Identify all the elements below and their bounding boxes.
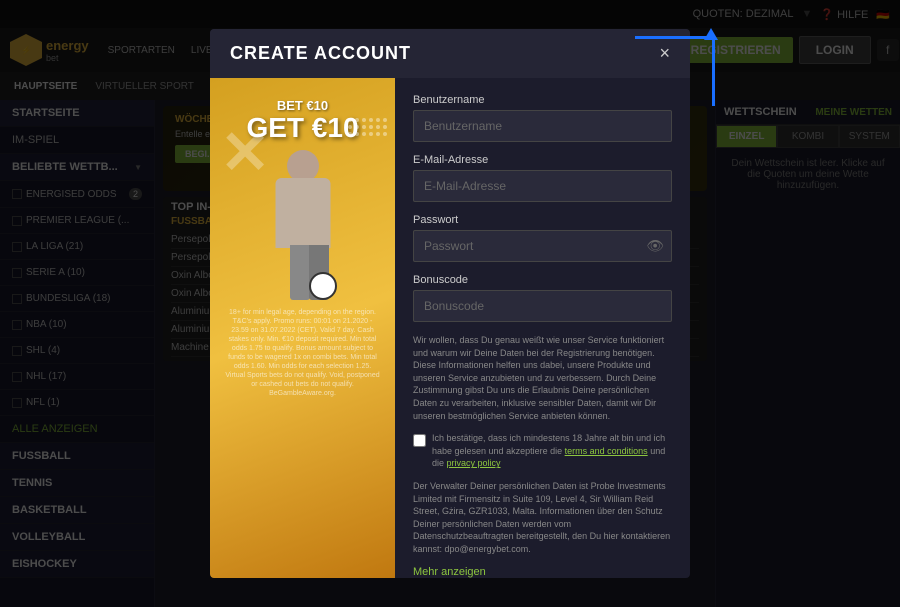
modal-title: CREATE ACCOUNT bbox=[230, 43, 411, 64]
email-group: E-Mail-Adresse bbox=[413, 154, 672, 202]
bonus-label: Bonuscode bbox=[413, 274, 672, 286]
email-input[interactable] bbox=[413, 170, 672, 202]
eye-icon[interactable]: 👁 bbox=[646, 238, 664, 255]
email-label: E-Mail-Adresse bbox=[413, 154, 672, 166]
arrow-head bbox=[704, 28, 718, 40]
modal-form: Benutzername E-Mail-Adresse Passwort 👁 B… bbox=[395, 78, 690, 578]
player-figure bbox=[238, 150, 368, 300]
info-text: Wir wollen, dass Du genau weißt wie unse… bbox=[413, 334, 672, 422]
modal: CREATE ACCOUNT × ✕ BET €10 GET €10 bbox=[210, 29, 690, 578]
password-label: Passwort bbox=[413, 214, 672, 226]
privacy-text: Der Verwalter Deiner persönlichen Daten … bbox=[413, 480, 672, 556]
modal-header: CREATE ACCOUNT × bbox=[210, 29, 690, 78]
terms-checkbox[interactable] bbox=[413, 434, 426, 447]
bonus-group: Bonuscode bbox=[413, 274, 672, 322]
arrow-indicator-vertical bbox=[712, 36, 715, 106]
dots-pattern bbox=[348, 118, 387, 136]
password-input[interactable] bbox=[413, 230, 672, 262]
arrow-indicator-horizontal bbox=[635, 36, 715, 39]
username-input[interactable] bbox=[413, 110, 672, 142]
checkbox-text: Ich bestätige, dass ich mindestens 18 Ja… bbox=[432, 432, 672, 470]
modal-promo: ✕ BET €10 GET €10 bbox=[210, 78, 395, 578]
privacy-link[interactable]: privacy policy bbox=[447, 458, 501, 468]
username-group: Benutzername bbox=[413, 94, 672, 142]
password-wrapper: 👁 bbox=[413, 230, 672, 262]
modal-overlay[interactable]: CREATE ACCOUNT × ✕ BET €10 GET €10 bbox=[0, 0, 900, 607]
promo-disclaimer: 18+ for min legal age, depending on the … bbox=[220, 300, 385, 407]
username-label: Benutzername bbox=[413, 94, 672, 106]
mehr-anzeigen-link[interactable]: Mehr anzeigen bbox=[413, 566, 672, 578]
terms-checkbox-row: Ich bestätige, dass ich mindestens 18 Ja… bbox=[413, 432, 672, 470]
modal-close-button[interactable]: × bbox=[659, 43, 670, 64]
modal-body: ✕ BET €10 GET €10 bbox=[210, 78, 690, 578]
terms-link[interactable]: terms and conditions bbox=[565, 446, 648, 456]
password-group: Passwort 👁 bbox=[413, 214, 672, 262]
bonus-input[interactable] bbox=[413, 290, 672, 322]
